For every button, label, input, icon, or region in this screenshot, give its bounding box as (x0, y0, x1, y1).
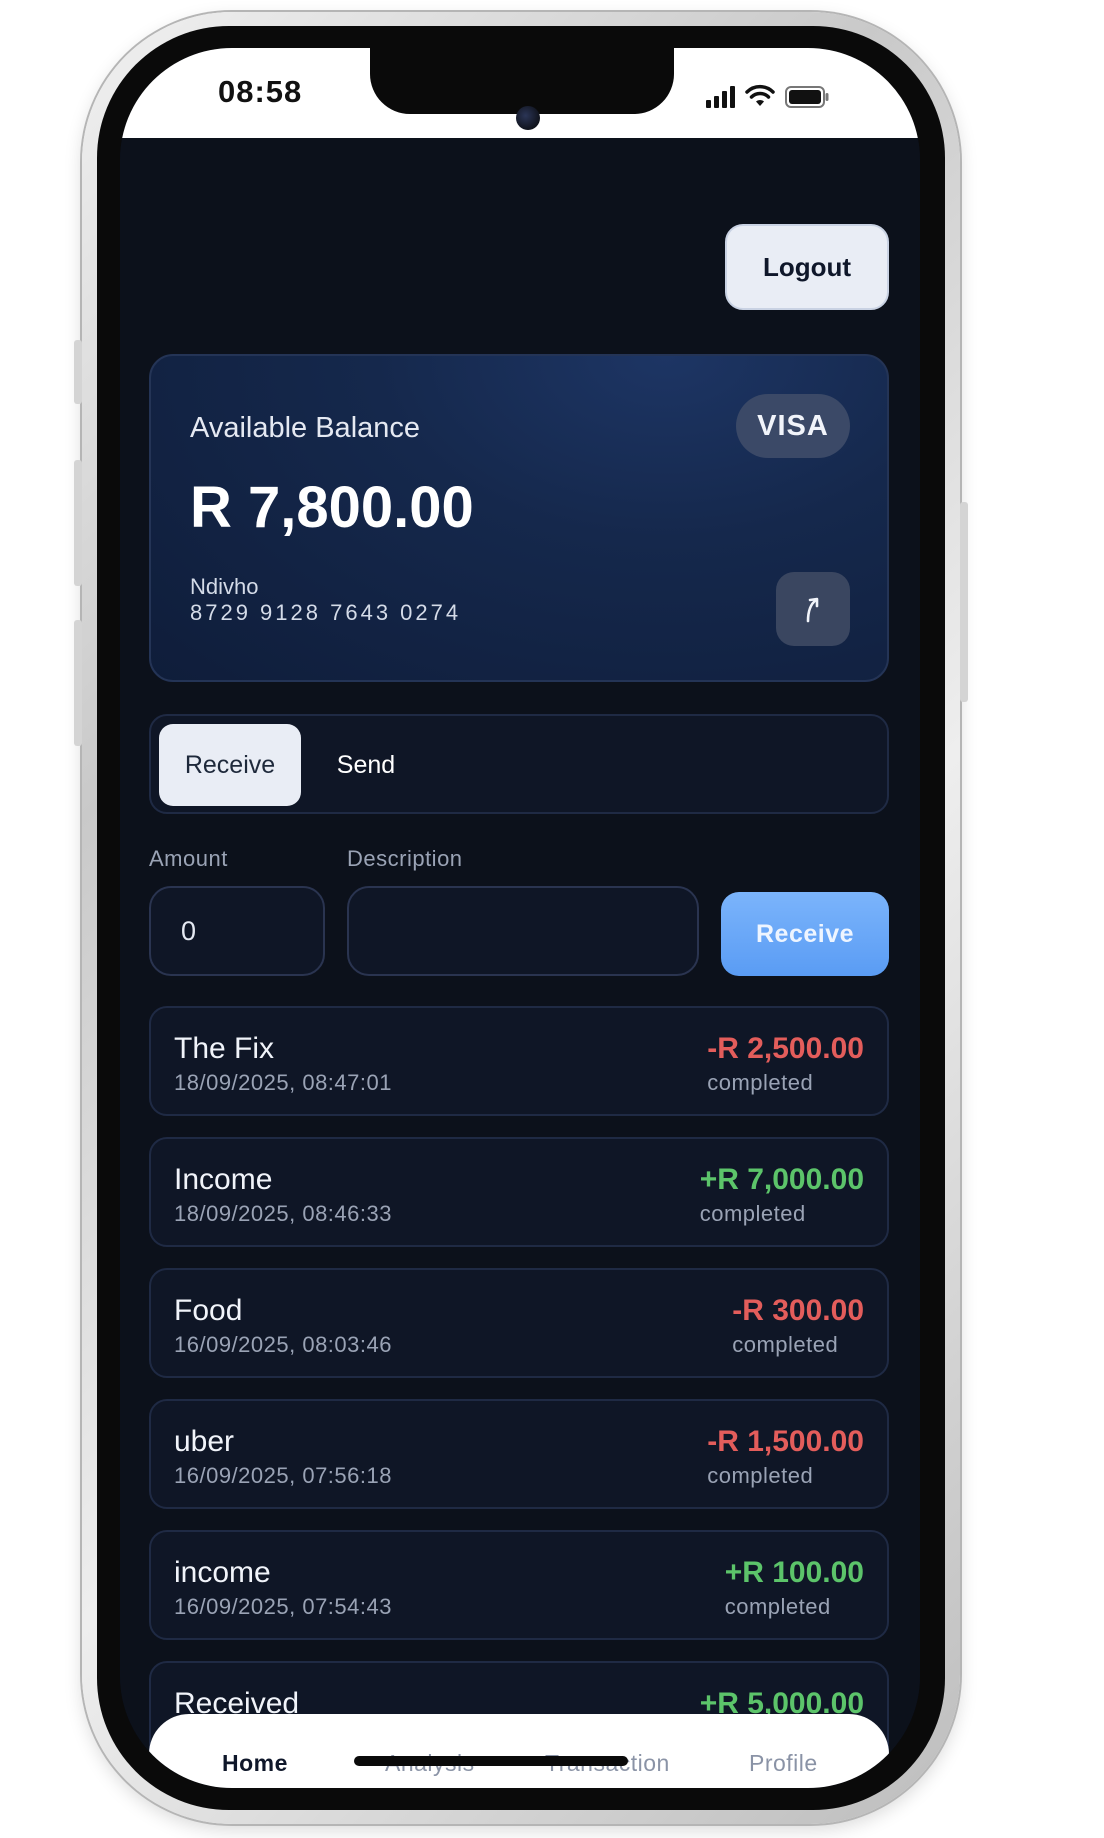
nav-profile[interactable]: Profile (749, 1750, 818, 1777)
status-icons (706, 80, 829, 108)
transaction-status: completed (724, 1594, 831, 1619)
status-time: 08:58 (218, 74, 303, 109)
transfer-tabs: Receive Send (149, 714, 889, 814)
balance-title: Available Balance (190, 412, 421, 444)
front-camera (516, 106, 540, 130)
receive-submit-button[interactable]: Receive (721, 892, 889, 976)
logout-button[interactable]: Logout (725, 224, 889, 310)
battery-icon (785, 86, 829, 108)
description-input[interactable] (347, 886, 699, 976)
app-root: Logout Available Balance VISA R 7,800.00… (120, 138, 920, 1788)
transaction-date: 18/09/2025, 08:46:33 (174, 1201, 392, 1226)
transaction-status: completed (699, 1201, 806, 1226)
card-brand-badge: VISA (736, 394, 850, 458)
transaction-amount: +R 100.00 (724, 1556, 864, 1589)
transaction-title: Income (174, 1163, 273, 1196)
transaction-amount: -R 300.00 (732, 1294, 864, 1327)
power-button (960, 502, 968, 702)
transaction-row[interactable]: uber 16/09/2025, 07:56:18 -R 1,500.00 co… (149, 1399, 889, 1509)
transaction-row[interactable]: Food 16/09/2025, 08:03:46 -R 300.00 comp… (149, 1268, 889, 1378)
transaction-row[interactable]: income 16/09/2025, 07:54:43 +R 100.00 co… (149, 1530, 889, 1640)
description-label: Description (347, 846, 463, 871)
cellular-signal-icon (706, 86, 735, 108)
transaction-date: 18/09/2025, 08:47:01 (174, 1070, 392, 1095)
transaction-status: completed (707, 1070, 814, 1095)
transaction-row[interactable]: The Fix 18/09/2025, 08:47:01 -R 2,500.00… (149, 1006, 889, 1116)
card-holder-name: Ndivho (190, 574, 259, 599)
transaction-status: completed (707, 1463, 814, 1488)
wifi-icon (745, 84, 775, 108)
amount-label: Amount (149, 846, 228, 871)
volume-up-button (74, 460, 82, 586)
nav-home[interactable]: Home (222, 1750, 288, 1777)
transaction-row[interactable]: Income 18/09/2025, 08:46:33 +R 7,000.00 … (149, 1137, 889, 1247)
tab-send[interactable]: Send (311, 724, 421, 806)
transaction-title: Food (174, 1294, 243, 1327)
arrow-up-right-icon (806, 597, 819, 623)
transaction-date: 16/09/2025, 07:54:43 (174, 1594, 392, 1619)
transaction-amount: -R 1,500.00 (707, 1425, 864, 1458)
transaction-date: 16/09/2025, 08:03:46 (174, 1332, 392, 1357)
bottom-nav: Home Analysis Transaction Profile (149, 1714, 889, 1788)
card-number: 8729 9128 7643 0274 (190, 600, 462, 625)
transaction-title: The Fix (174, 1032, 275, 1065)
tab-receive[interactable]: Receive (159, 724, 301, 806)
transaction-date: 16/09/2025, 07:56:18 (174, 1463, 392, 1488)
transaction-title: uber (174, 1425, 235, 1458)
amount-input[interactable]: 0 (149, 886, 325, 976)
transaction-amount: +R 7,000.00 (699, 1163, 864, 1196)
balance-amount: R 7,800.00 (190, 475, 474, 540)
notch (370, 48, 674, 114)
balance-card: Available Balance VISA R 7,800.00 Ndivho… (149, 354, 889, 682)
transaction-status: completed (732, 1332, 839, 1357)
phone-screen: 08:58 Logout Available Balance VISA R 7,… (120, 48, 920, 1788)
mute-switch (74, 340, 82, 404)
transaction-amount: -R 2,500.00 (707, 1032, 864, 1065)
card-share-button[interactable] (776, 572, 850, 646)
home-indicator[interactable] (354, 1756, 628, 1766)
volume-down-button (74, 620, 82, 746)
transaction-title: income (174, 1556, 271, 1589)
